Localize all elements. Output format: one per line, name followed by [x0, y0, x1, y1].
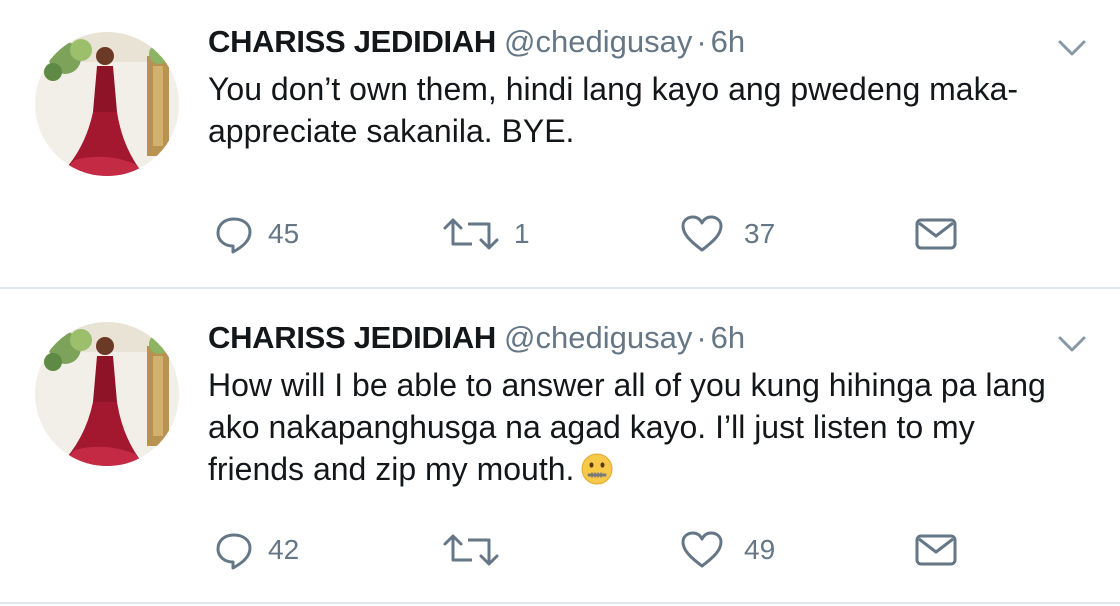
timestamp[interactable]: 6h	[711, 320, 745, 355]
display-name[interactable]: CHARISS JEDIDIAH	[208, 24, 496, 59]
like-button[interactable]: 37	[680, 212, 775, 256]
heart-icon	[681, 531, 723, 568]
tweet-divider	[0, 287, 1120, 289]
like-count: 49	[744, 534, 776, 565]
reply-icon	[216, 217, 252, 254]
user-handle[interactable]: @chedigusay	[504, 320, 692, 355]
reply-count: 45	[268, 218, 300, 249]
like-button[interactable]: 49	[680, 528, 775, 572]
timestamp[interactable]: 6h	[711, 24, 745, 59]
tweet-text: How will I be able to answer all of you …	[208, 364, 1058, 496]
retweet-button[interactable]: 1	[442, 212, 530, 256]
envelope-icon	[915, 534, 957, 566]
retweet-button[interactable]	[442, 528, 514, 572]
envelope-icon	[915, 218, 957, 250]
reply-icon	[216, 533, 252, 570]
direct-message-button[interactable]	[914, 212, 958, 256]
tweet[interactable]: CHARISS JEDIDIAH @chedigusay · 6h How will …	[0, 290, 1120, 600]
chevron-down-icon[interactable]	[1056, 334, 1088, 354]
avatar[interactable]	[35, 322, 179, 466]
separator: ·	[696, 24, 707, 59]
tweet-text: You don’t own them, hindi lang kayo ang …	[208, 71, 1019, 149]
reply-button[interactable]: 42	[214, 528, 299, 572]
tweet-text-content: How will I be able to answer all of you …	[208, 367, 1046, 487]
avatar[interactable]	[35, 32, 179, 176]
tweet-actions: 45 1 37	[0, 212, 1120, 256]
direct-message-button[interactable]	[914, 528, 958, 572]
chevron-down-icon[interactable]	[1056, 38, 1088, 58]
tweet-divider	[0, 602, 1120, 604]
retweet-count: 1	[514, 218, 530, 249]
heart-icon	[681, 215, 723, 252]
separator: ·	[696, 320, 707, 355]
retweet-icon	[443, 534, 499, 566]
reply-count: 42	[268, 534, 300, 565]
tweet[interactable]: CHARISS JEDIDIAH @chedigusay · 6h You don’t…	[0, 0, 1120, 288]
tweet-actions: 42 49	[0, 528, 1120, 572]
display-name[interactable]: CHARISS JEDIDIAH	[208, 320, 496, 355]
tweet-header: CHARISS JEDIDIAH @chedigusay · 6h	[208, 320, 745, 356]
tweet-header: CHARISS JEDIDIAH @chedigusay · 6h	[208, 24, 745, 60]
retweet-icon	[443, 218, 499, 250]
like-count: 37	[744, 218, 776, 249]
zipper-mouth-emoji	[580, 452, 614, 496]
user-handle[interactable]: @chedigusay	[504, 24, 692, 59]
reply-button[interactable]: 45	[214, 212, 299, 256]
